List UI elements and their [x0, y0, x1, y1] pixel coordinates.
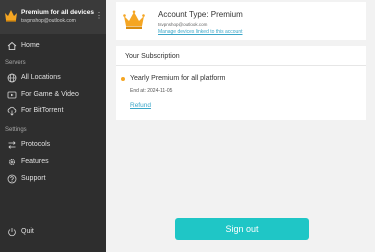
plan-header-title: Premium for all devices — [21, 9, 94, 16]
subscription-card: Your Subscription Yearly Premium for all… — [116, 46, 366, 120]
account-header[interactable]: Premium for all devices tsvpnshop@outloo… — [0, 0, 106, 34]
sidebar-item-game-video[interactable]: For Game & Video — [0, 87, 106, 103]
sidebar-item-label: For BitTorrent — [21, 107, 64, 114]
crown-icon — [5, 10, 17, 22]
account-type-label: Account Type: Premium — [158, 10, 243, 19]
account-email: tsvpnshop@outlook.com — [158, 22, 208, 27]
sidebar-item-label: All Locations — [21, 74, 61, 81]
sign-out-button[interactable]: Sign out — [175, 218, 309, 240]
account-card: Account Type: Premium tsvpnshop@outlook.… — [116, 2, 366, 40]
gear-icon — [8, 158, 16, 166]
more-options-icon[interactable]: ⋮ — [95, 12, 103, 20]
manage-devices-link[interactable]: Manage devices linked to this account — [158, 29, 243, 35]
home-icon — [7, 41, 17, 51]
main-content: Account Type: Premium tsvpnshop@outlook.… — [106, 0, 375, 252]
status-dot-icon — [121, 77, 125, 81]
video-icon — [7, 91, 17, 99]
subscription-plan-name: Yearly Premium for all platform — [130, 75, 226, 82]
sidebar: Premium for all devices tsvpnshop@outloo… — [0, 0, 106, 252]
power-icon — [8, 228, 16, 237]
section-label-settings: Settings — [5, 127, 27, 133]
refund-link[interactable]: Refund — [130, 102, 151, 109]
sidebar-item-label: Quit — [21, 228, 34, 235]
subscription-title: Your Subscription — [125, 53, 180, 60]
protocols-icon — [8, 141, 16, 149]
sidebar-item-protocols[interactable]: Protocols — [0, 137, 106, 153]
sidebar-item-label: Protocols — [21, 141, 51, 148]
globe-icon — [7, 73, 17, 83]
section-label-servers: Servers — [5, 60, 26, 66]
sidebar-item-support[interactable]: Support — [0, 171, 106, 187]
cloud-download-icon — [7, 106, 17, 116]
subscription-header: Your Subscription — [116, 46, 366, 66]
account-email: tsvpnshop@outlook.com — [21, 18, 76, 24]
sidebar-item-label: For Game & Video — [21, 91, 79, 98]
sidebar-item-bittorrent[interactable]: For BitTorrent — [0, 103, 106, 119]
crown-icon — [123, 10, 145, 29]
sidebar-item-label: Support — [21, 175, 46, 182]
sidebar-item-all-locations[interactable]: All Locations — [0, 70, 106, 86]
sidebar-item-label: Home — [21, 42, 40, 49]
sidebar-item-home[interactable]: Home — [0, 38, 106, 54]
sidebar-item-label: Features — [21, 158, 49, 165]
subscription-end-date: End at: 2024-11-05 — [130, 88, 173, 94]
sidebar-item-features[interactable]: Features — [0, 154, 106, 170]
help-icon — [7, 174, 17, 184]
sidebar-item-quit[interactable]: Quit — [0, 224, 106, 240]
